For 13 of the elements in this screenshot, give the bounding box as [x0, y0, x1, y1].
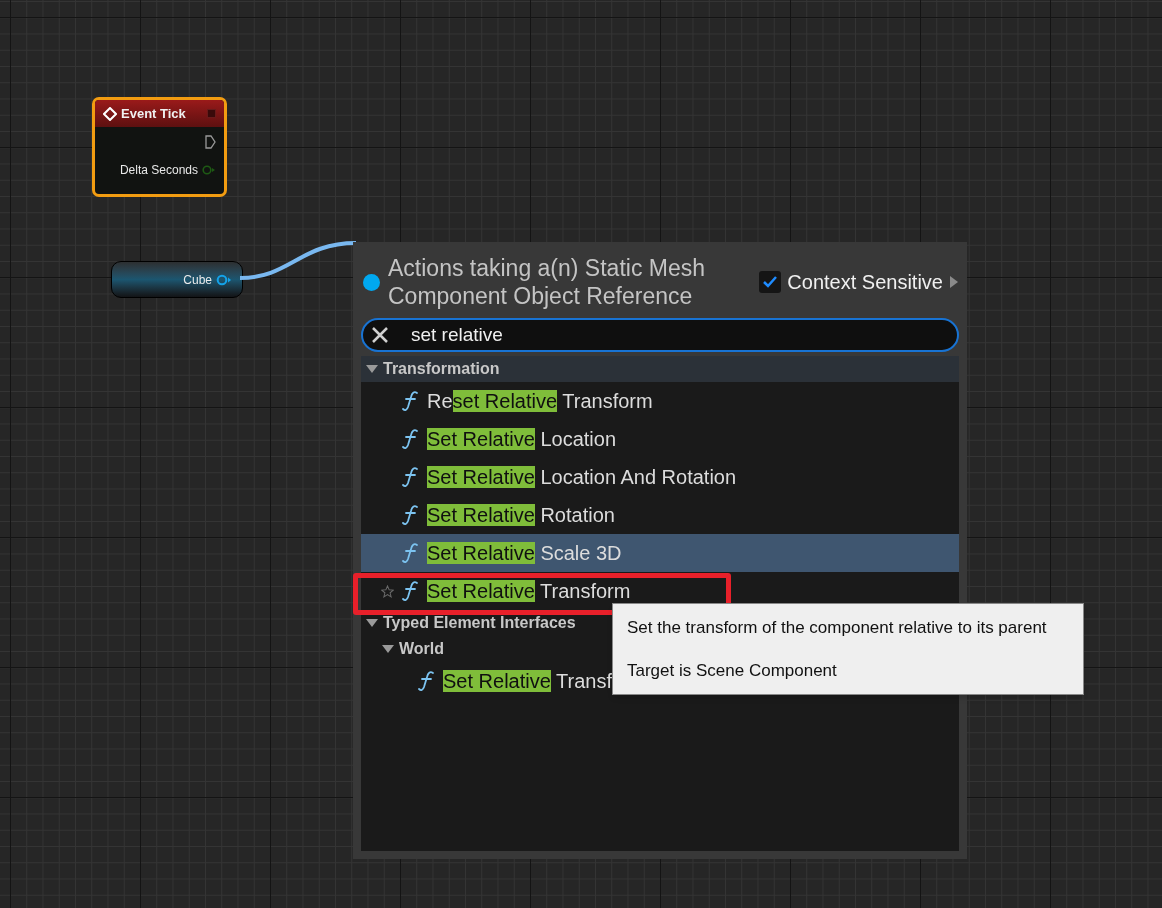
action-label: Reset Relative Transform: [427, 389, 653, 414]
action-label: Set Relative Transf: [443, 669, 612, 694]
action-label: Set Relative Location: [427, 427, 616, 452]
action-label: Set Relative Scale 3D: [427, 541, 622, 566]
menu-title: Actions taking a(n) Static Mesh Component Object Reference: [388, 254, 707, 310]
action-label: Set Relative Location And Rotation: [427, 465, 737, 490]
variable-name: Cube: [183, 271, 212, 289]
pin-label: Delta Seconds: [119, 162, 198, 179]
node-title: Event Tick: [121, 104, 186, 123]
tooltip-text: Set the transform of the component relative to its parent: [627, 616, 1048, 639]
action-label: Set Relative Rotation: [427, 503, 615, 528]
tooltip-text: Target is Scene Component: [627, 660, 838, 682]
action-label: Set Relative Transform: [427, 579, 631, 604]
